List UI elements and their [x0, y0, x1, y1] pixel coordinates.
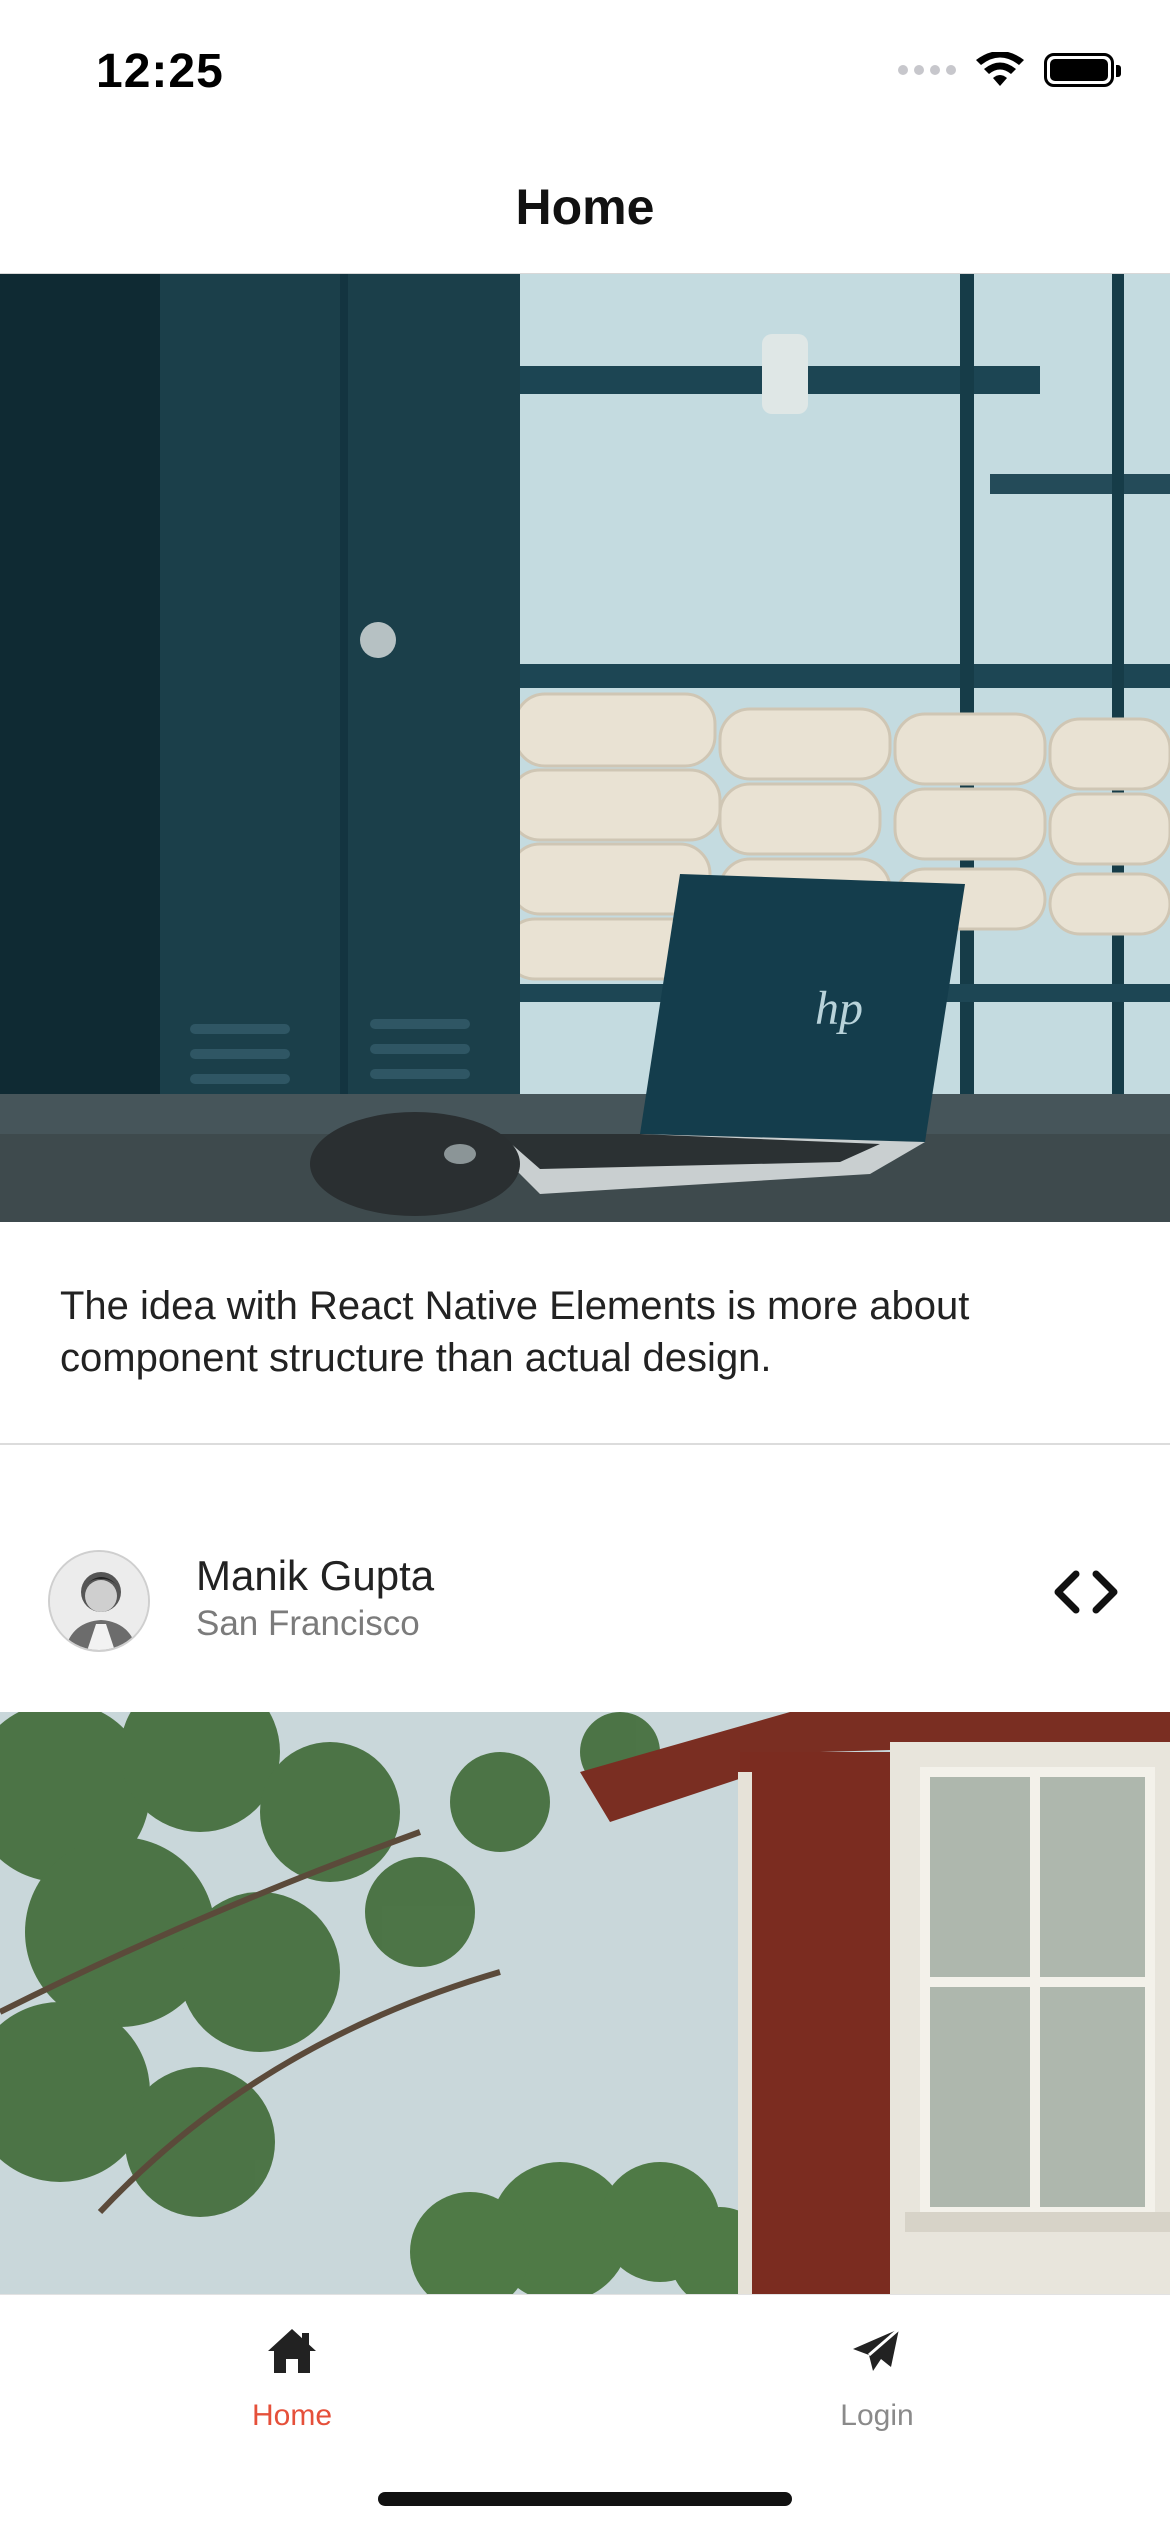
status-time: 12:25	[96, 45, 224, 98]
card-image-laptop-desk: hp	[0, 274, 1170, 1222]
status-bar: 12:25	[0, 0, 1170, 140]
wifi-icon	[976, 52, 1024, 86]
avatar[interactable]	[48, 1550, 150, 1652]
svg-text:hp: hp	[815, 982, 863, 1035]
home-icon	[268, 2329, 316, 2373]
tab-home-label: Home	[251, 2399, 333, 2432]
card-image-tree-house	[0, 1712, 1170, 2294]
battery-icon	[1044, 53, 1121, 87]
status-icons	[898, 52, 1121, 88]
tab-login-label: Login	[840, 2399, 914, 2432]
user-header[interactable]: Manik Gupta San Francisco	[0, 1530, 1170, 1652]
page-title: Home	[515, 178, 655, 235]
card-divider	[0, 1443, 1170, 1445]
tab-login[interactable]: Login	[757, 2325, 997, 2455]
code-icon[interactable]	[1052, 1562, 1120, 1622]
user-name: Manik Gupta	[196, 1552, 435, 1599]
cellular-signal-icon	[898, 65, 956, 75]
navigation-header: Home	[0, 140, 1170, 274]
card-description: The idea with React Native Elements is m…	[60, 1284, 970, 1380]
user-location: San Francisco	[196, 1604, 420, 1643]
home-indicator[interactable]	[378, 2492, 792, 2506]
paper-plane-icon	[853, 2327, 900, 2371]
tab-home[interactable]: Home	[172, 2325, 412, 2455]
